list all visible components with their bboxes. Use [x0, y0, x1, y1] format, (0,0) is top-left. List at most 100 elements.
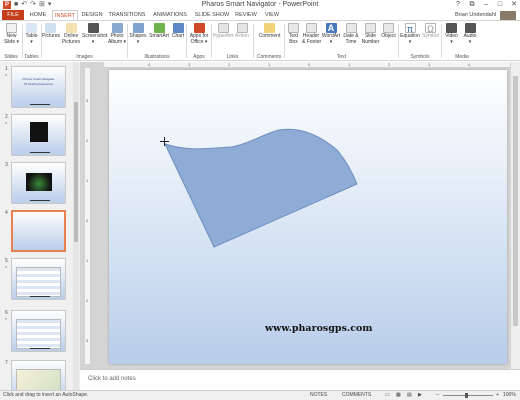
help-icon[interactable]: ?: [454, 0, 462, 10]
comment-button[interactable]: Comment: [256, 23, 283, 40]
slide-thumbnail-1[interactable]: Pharos Smart Navigator PS Headline Data E…: [11, 66, 66, 108]
zoom-in-button[interactable]: +: [496, 391, 499, 400]
ribbon-button-label: Text Box: [288, 33, 299, 45]
slide-number: 1: [5, 66, 8, 72]
date-time-icon: [345, 23, 357, 33]
tab-slide-show[interactable]: SLIDE SHOW: [194, 10, 230, 20]
slide-number-button[interactable]: Slide Number: [361, 23, 380, 45]
minimize-button[interactable]: –: [482, 0, 490, 10]
new-slide-icon: [6, 23, 17, 33]
object-icon: [383, 23, 394, 33]
screenshot-button[interactable]: Screenshot ▾: [82, 23, 107, 45]
text-box-button[interactable]: Text Box: [286, 23, 301, 45]
tab-animations[interactable]: ANIMATIONS: [150, 10, 190, 20]
audio-button[interactable]: Audio ▾: [461, 23, 479, 45]
ribbon-button-label: WordArt ▾: [321, 33, 341, 45]
slide-sorter-view-icon[interactable]: ▦: [396, 391, 401, 400]
ruler-tick-label: 0: [86, 218, 89, 223]
ribbon-button-label: Equation ▾: [400, 33, 420, 45]
thumbnail-url-line: [30, 296, 50, 297]
hyperlink-button[interactable]: Hyperlink: [213, 23, 234, 40]
vertical-ruler[interactable]: 3 2 1 0 1 2 3: [85, 68, 91, 364]
notes-placeholder[interactable]: Click to add notes: [88, 376, 136, 382]
tab-file[interactable]: FILE: [2, 10, 24, 20]
ribbon-button-label: Header & Footer: [302, 33, 322, 45]
apps-for-office-button[interactable]: Apps for Office ▾: [188, 23, 210, 45]
tab-view[interactable]: VIEW: [262, 10, 282, 20]
slide-scrollbar[interactable]: [511, 62, 520, 369]
status-bar: Click and drag to insert an AutoShape. N…: [0, 390, 520, 400]
animation-star-icon: *: [5, 122, 7, 128]
action-button[interactable]: Action: [233, 23, 251, 40]
zoom-slider-handle[interactable]: [465, 393, 468, 398]
online-pictures-icon: [65, 23, 77, 33]
symbol-button[interactable]: Ω Symbol: [421, 23, 440, 40]
smartart-button[interactable]: SmartArt: [148, 23, 170, 40]
shapes-button[interactable]: Shapes ▾: [129, 23, 147, 45]
ribbon-insert: Slides Tables Images Illustrations Apps …: [0, 20, 520, 61]
slide-thumbnail-2[interactable]: [11, 114, 66, 156]
notes-toggle-button[interactable]: NOTES: [310, 391, 327, 400]
zoom-level[interactable]: 100%: [503, 391, 516, 400]
zoom-slider[interactable]: [443, 395, 493, 396]
ribbon-separator: [284, 24, 285, 58]
thumbnail-image: [16, 319, 61, 349]
slide-thumbnail-3[interactable]: [11, 162, 66, 204]
scrollbar-thumb[interactable]: [513, 76, 518, 326]
header-footer-button[interactable]: Header & Footer: [302, 23, 322, 45]
zoom-out-button[interactable]: –: [436, 391, 439, 400]
ruler-tick-label: 2: [228, 62, 231, 67]
thumbnail-image: [26, 173, 52, 191]
pictures-button[interactable]: Pictures: [42, 23, 60, 40]
slide-thumbnail-6[interactable]: [11, 310, 66, 352]
horizontal-ruler[interactable]: 4 3 2 1 0 1 2 3 4: [104, 62, 510, 68]
normal-view-icon[interactable]: ▭: [385, 391, 390, 400]
tab-review[interactable]: REVIEW: [233, 10, 259, 20]
chart-button[interactable]: Chart: [170, 23, 186, 40]
wordart-button[interactable]: A WordArt ▾: [320, 23, 342, 45]
tab-transitions[interactable]: TRANSITIONS: [107, 10, 147, 20]
crosshair-cursor-icon: [160, 137, 169, 146]
slide-number: 3: [5, 162, 8, 168]
date-time-button[interactable]: Date & Time: [342, 23, 360, 45]
ruler-tick-label: 2: [86, 298, 89, 303]
video-button[interactable]: Video ▾: [443, 23, 460, 45]
reading-view-icon[interactable]: ▤: [407, 391, 412, 400]
user-name[interactable]: Brian Undendahl: [455, 10, 496, 20]
ribbon-button-label: Photo Album ▾: [107, 33, 127, 45]
slide-show-view-icon[interactable]: ▶: [418, 391, 422, 400]
ruler-tick-label: 3: [86, 98, 89, 103]
ruler-tick-label: 0: [308, 62, 311, 67]
maximize-button[interactable]: □: [496, 0, 504, 10]
ruler-tick-label: 3: [188, 62, 191, 67]
ribbon-button-label: Apps for Office ▾: [189, 33, 209, 45]
scrollbar-thumb[interactable]: [74, 102, 78, 242]
notes-pane[interactable]: Click to add notes: [80, 369, 520, 390]
object-button[interactable]: Object: [380, 23, 397, 40]
slide-thumbnail-5[interactable]: [11, 258, 66, 300]
group-label-text: Text: [336, 54, 347, 60]
shapes-icon: [132, 23, 144, 33]
slide-thumbnail-4[interactable]: [11, 210, 66, 252]
online-pictures-button[interactable]: Online Pictures: [60, 23, 82, 45]
ribbon-display-options-icon[interactable]: ⧉: [468, 0, 476, 10]
ribbon-button-label: Action: [235, 33, 249, 39]
slide-url-text[interactable]: www.pharosgps.com: [265, 323, 372, 334]
close-button[interactable]: ✕: [510, 0, 518, 10]
thumbnail-scrollbar[interactable]: [73, 62, 79, 390]
comments-toggle-button[interactable]: COMMENTS: [342, 391, 371, 400]
tab-design[interactable]: DESIGN: [80, 10, 104, 20]
table-button[interactable]: Table ▾: [23, 23, 40, 45]
ribbon-button-label: Chart: [171, 33, 185, 39]
equation-button[interactable]: π Equation ▾: [400, 23, 420, 45]
tab-home[interactable]: HOME: [27, 10, 49, 20]
avatar[interactable]: [500, 11, 516, 20]
title-bar: P ■ ↶ ↷ ⊞ ▾ Pharos Smart Navigator - Pow…: [0, 0, 520, 10]
slide-number: 5: [5, 258, 8, 264]
photo-album-button[interactable]: Photo Album ▾: [107, 23, 127, 45]
thumbnail-image: [30, 122, 48, 142]
freeform-shape[interactable]: [164, 128, 358, 248]
new-slide-button[interactable]: New Slide ▾: [2, 23, 21, 45]
group-label-apps: Apps: [193, 54, 205, 60]
slide-canvas[interactable]: www.pharosgps.com: [109, 70, 507, 364]
